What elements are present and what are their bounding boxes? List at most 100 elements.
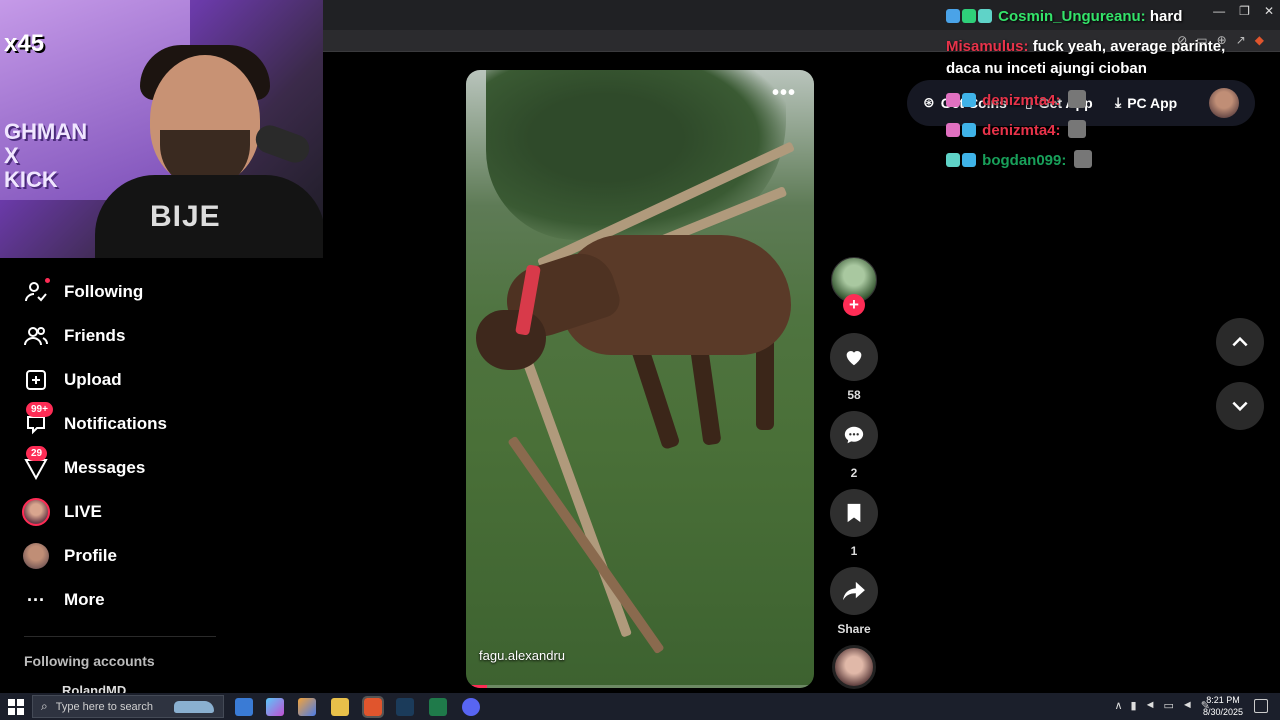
chat-message: daca nu inceti ajungi cioban bbox=[946, 60, 1147, 77]
restore-button[interactable]: ❐ bbox=[1239, 4, 1250, 18]
sidebar-item-label: LIVE bbox=[64, 502, 102, 521]
gift-badge-icon bbox=[946, 93, 960, 107]
heart-icon bbox=[846, 351, 862, 366]
minimize-button[interactable]: — bbox=[1213, 4, 1225, 18]
following-accounts-title: Following accounts bbox=[24, 653, 155, 669]
sidebar-item-label: Friends bbox=[64, 326, 126, 345]
taskbar-search-input[interactable] bbox=[55, 700, 166, 713]
task-view-icon[interactable] bbox=[235, 698, 253, 716]
windows-start-icon[interactable] bbox=[8, 699, 24, 715]
friends-icon bbox=[22, 322, 50, 350]
volume-icon[interactable]: ◄ bbox=[1145, 699, 1156, 712]
chat-username: Cosmin_Ungureanu: bbox=[998, 8, 1146, 25]
save-count: 1 bbox=[850, 544, 858, 558]
messages-badge: 29 bbox=[26, 446, 48, 461]
copilot-icon[interactable] bbox=[266, 698, 284, 716]
chat-text: hard bbox=[1149, 8, 1183, 25]
speaker-icon[interactable]: ◄ bbox=[1182, 699, 1193, 712]
brave-shield-icon[interactable]: ◆ bbox=[1255, 33, 1264, 47]
follow-button[interactable]: + bbox=[843, 294, 865, 316]
window-controls: — ❐ ✕ bbox=[1213, 4, 1274, 18]
webcam-poster-text: GHMAN X KICK bbox=[4, 119, 88, 192]
taskbar-clock[interactable]: 8:21 PM 8/30/2025 bbox=[1198, 694, 1248, 718]
notification-center-icon[interactable] bbox=[1254, 699, 1268, 713]
gift-badge-icon bbox=[978, 9, 992, 23]
sidebar-item-label: Profile bbox=[64, 546, 117, 565]
system-tray: ∧ ▮ ◄ ▭ ◄ ✎ bbox=[1114, 699, 1210, 712]
video-progress-fill bbox=[466, 685, 487, 688]
microphone-icon[interactable]: ▮ bbox=[1131, 699, 1137, 712]
pc-app-label: PC App bbox=[1127, 94, 1178, 111]
comment-button[interactable] bbox=[830, 411, 878, 459]
clock-time: 8:21 PM bbox=[1206, 695, 1240, 705]
discord-icon[interactable] bbox=[462, 698, 480, 716]
comment-count: 2 bbox=[850, 466, 858, 480]
notifications-icon: 99+ bbox=[22, 402, 53, 438]
clock-date: 8/30/2025 bbox=[1202, 707, 1244, 717]
cube-badge-icon bbox=[962, 153, 976, 167]
chat-message: bogdan099: bbox=[946, 150, 1092, 169]
sidebar-item-notifications[interactable]: 99+ Notifications bbox=[22, 402, 167, 439]
share-label: Share bbox=[837, 622, 871, 636]
like-button[interactable] bbox=[830, 333, 878, 381]
sword-badge-icon bbox=[946, 9, 960, 23]
sub-badge-icon bbox=[962, 9, 976, 23]
share-icon bbox=[843, 581, 865, 601]
video-author[interactable]: fagu.alexandru bbox=[479, 648, 565, 663]
steam-icon[interactable] bbox=[396, 698, 414, 716]
chevron-up-icon bbox=[1232, 336, 1248, 347]
messages-icon: 29 bbox=[22, 446, 50, 482]
save-button[interactable] bbox=[830, 489, 878, 537]
live-avatar bbox=[22, 498, 50, 526]
more-icon: ··· bbox=[27, 589, 45, 610]
video-progress-bar[interactable] bbox=[466, 685, 814, 688]
bookmark-icon bbox=[847, 503, 861, 523]
sidebar-item-label: Upload bbox=[64, 370, 122, 389]
excel-icon[interactable] bbox=[429, 698, 447, 716]
search-icon: ⌕ bbox=[41, 699, 48, 713]
share-button[interactable] bbox=[830, 567, 878, 615]
emote-icon bbox=[1073, 150, 1092, 168]
sidebar-item-label: Notifications bbox=[64, 414, 167, 433]
sidebar-item-following[interactable]: Following bbox=[22, 277, 143, 307]
sidebar-item-more[interactable]: ··· More bbox=[22, 585, 105, 615]
sidebar-item-messages[interactable]: 29 Messages bbox=[22, 446, 146, 483]
video-more-button[interactable]: ••• bbox=[772, 82, 796, 105]
next-video-button[interactable] bbox=[1216, 382, 1264, 430]
cube-badge-icon bbox=[962, 123, 976, 137]
sidebar-item-live[interactable]: LIVE bbox=[22, 497, 102, 527]
chat-message: denizmta4: bbox=[946, 120, 1086, 139]
previous-video-button[interactable] bbox=[1216, 318, 1264, 366]
sidebar-item-label: More bbox=[64, 590, 105, 609]
pc-app-button[interactable]: ⤓ PC App bbox=[1115, 94, 1177, 111]
chat-username: denizmta4: bbox=[982, 92, 1061, 109]
brave-browser-icon[interactable] bbox=[362, 696, 384, 718]
taskbar-search[interactable]: ⌕ bbox=[32, 695, 224, 718]
tray-chevron-icon[interactable]: ∧ bbox=[1114, 699, 1122, 712]
sidebar-item-friends[interactable]: Friends bbox=[22, 321, 125, 351]
music-disc[interactable] bbox=[832, 645, 876, 689]
microphone bbox=[251, 121, 314, 167]
chat-text: daca nu inceti ajungi cioban bbox=[946, 60, 1147, 77]
chat-message: Cosmin_Ungureanu: hard bbox=[946, 8, 1182, 25]
notifications-badge: 99+ bbox=[26, 402, 53, 417]
emote-icon bbox=[1067, 90, 1086, 108]
sidebar-item-label: Messages bbox=[64, 458, 146, 477]
gift-badge-icon bbox=[946, 153, 960, 167]
sidebar-item-profile[interactable]: Profile bbox=[22, 541, 117, 571]
user-avatar[interactable] bbox=[1209, 88, 1239, 118]
chat-message: denizmta4: bbox=[946, 90, 1086, 109]
sidebar-item-upload[interactable]: Upload bbox=[22, 365, 122, 395]
network-icon[interactable]: ▭ bbox=[1163, 699, 1173, 712]
chevron-down-icon bbox=[1232, 401, 1248, 412]
share-page-icon[interactable]: ↗ bbox=[1236, 33, 1246, 47]
chat-username: denizmta4: bbox=[982, 122, 1061, 139]
video-player[interactable]: ••• fagu.alexandru bbox=[466, 70, 814, 688]
file-explorer-icon[interactable] bbox=[331, 698, 349, 716]
close-button[interactable]: ✕ bbox=[1264, 4, 1274, 18]
app-icon[interactable] bbox=[298, 698, 316, 716]
upload-icon bbox=[22, 366, 50, 394]
cube-badge-icon bbox=[962, 93, 976, 107]
shark-icon bbox=[173, 700, 214, 713]
like-count: 58 bbox=[847, 388, 861, 402]
